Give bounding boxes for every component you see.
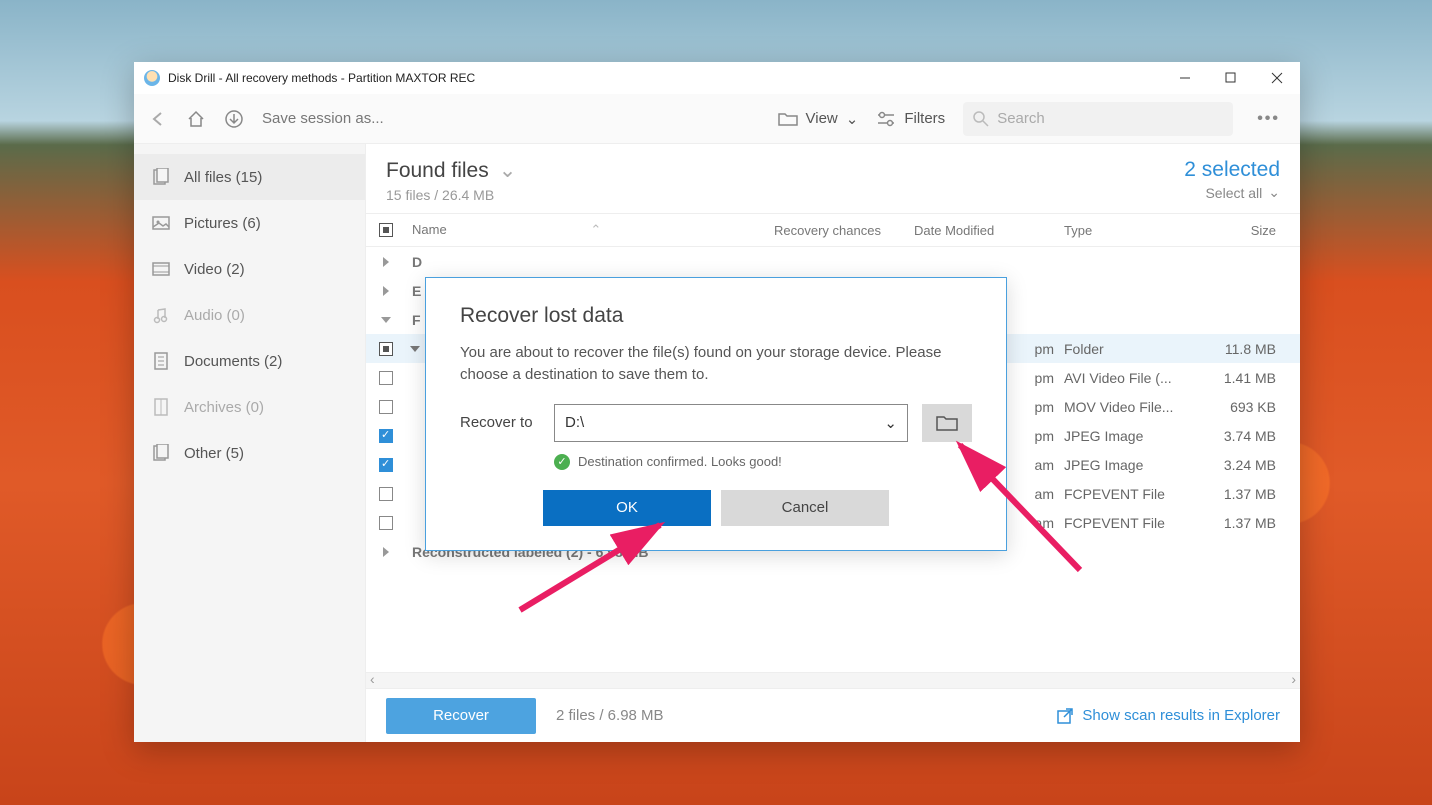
more-menu[interactable]: ••• [1251,110,1286,128]
chevron-down-icon: ⌄ [499,158,517,183]
row-checkbox[interactable] [379,342,393,356]
back-icon[interactable] [148,110,168,128]
app-icon [144,70,160,86]
recover-dialog: Recover lost data You are about to recov… [425,277,1007,551]
sliders-icon [876,111,896,127]
footer: Recover 2 files / 6.98 MB Show scan resu… [366,688,1300,742]
expand-icon[interactable] [383,547,389,557]
toolbar: Save session as... View ⌄ Filters Search… [134,94,1300,144]
titlebar: Disk Drill - All recovery methods - Part… [134,62,1300,94]
video-icon [152,260,170,278]
save-session-button[interactable]: Save session as... [262,110,384,127]
search-input[interactable]: Search [963,102,1233,136]
sidebar-item-other[interactable]: Other (5) [134,430,365,476]
collapse-icon[interactable] [410,346,420,352]
row-checkbox[interactable] [379,429,393,443]
archives-icon [152,398,170,416]
filters-button[interactable]: Filters [876,110,945,127]
recover-button[interactable]: Recover [386,698,536,734]
view-dropdown[interactable]: View ⌄ [778,110,859,128]
other-icon [152,444,170,462]
documents-icon [152,352,170,370]
sidebar-item-documents[interactable]: Documents (2) [134,338,365,384]
row-checkbox[interactable] [379,400,393,414]
col-type[interactable]: Type [1064,223,1194,238]
files-icon [152,168,170,186]
horizontal-scrollbar[interactable] [366,672,1300,688]
row-checkbox[interactable] [379,487,393,501]
group-row[interactable]: D [366,247,1300,276]
recover-to-label: Recover to [460,414,540,431]
col-date[interactable]: Date Modified [914,223,1064,238]
sidebar-item-archives[interactable]: Archives (0) [134,384,365,430]
download-icon[interactable] [224,109,244,129]
chevron-down-icon: ⌄ [1268,184,1280,201]
col-size[interactable]: Size [1194,223,1300,238]
dialog-title: Recover lost data [460,304,972,328]
column-headers: Name ⌃ Recovery chances Date Modified Ty… [366,213,1300,247]
external-link-icon [1056,707,1074,725]
header-checkbox[interactable] [379,223,393,237]
sidebar: All files (15) Pictures (6) Video (2) Au… [134,144,366,742]
footer-info: 2 files / 6.98 MB [556,707,664,724]
ok-button[interactable]: OK [543,490,711,526]
row-checkbox[interactable] [379,516,393,530]
close-button[interactable] [1254,62,1300,94]
sidebar-item-audio[interactable]: Audio (0) [134,292,365,338]
check-icon: ✓ [554,454,570,470]
maximize-button[interactable] [1208,62,1254,94]
sidebar-item-all-files[interactable]: All files (15) [134,154,365,200]
collapse-icon[interactable] [381,317,391,323]
chevron-down-icon: ⌄ [884,414,897,432]
sidebar-item-pictures[interactable]: Pictures (6) [134,200,365,246]
folder-icon [778,111,798,127]
expand-icon[interactable] [383,286,389,296]
expand-icon[interactable] [383,257,389,267]
minimize-button[interactable] [1162,62,1208,94]
audio-icon [152,306,170,324]
found-files-dropdown[interactable]: Found files⌄ [386,158,516,183]
cancel-button[interactable]: Cancel [721,490,889,526]
selected-count: 2 selected [1184,158,1280,182]
window-title: Disk Drill - All recovery methods - Part… [168,71,1162,85]
folder-icon [936,414,958,432]
destination-select[interactable]: D:\ ⌄ [554,404,908,442]
row-checkbox[interactable] [379,371,393,385]
sidebar-item-video[interactable]: Video (2) [134,246,365,292]
pictures-icon [152,214,170,232]
home-icon[interactable] [186,109,206,129]
row-checkbox[interactable] [379,458,393,472]
search-icon [973,111,989,127]
sort-indicator-icon: ⌃ [590,222,601,237]
dialog-text: You are about to recover the file(s) fou… [460,342,972,386]
col-name[interactable]: Name ⌃ [406,222,774,238]
destination-confirm: ✓ Destination confirmed. Looks good! [554,454,972,470]
browse-button[interactable] [922,404,972,442]
found-files-subtitle: 15 files / 26.4 MB [386,187,516,203]
chevron-down-icon: ⌄ [846,110,859,128]
show-in-explorer-link[interactable]: Show scan results in Explorer [1056,707,1280,725]
select-all-button[interactable]: Select all⌄ [1184,184,1280,201]
col-recovery[interactable]: Recovery chances [774,223,914,238]
